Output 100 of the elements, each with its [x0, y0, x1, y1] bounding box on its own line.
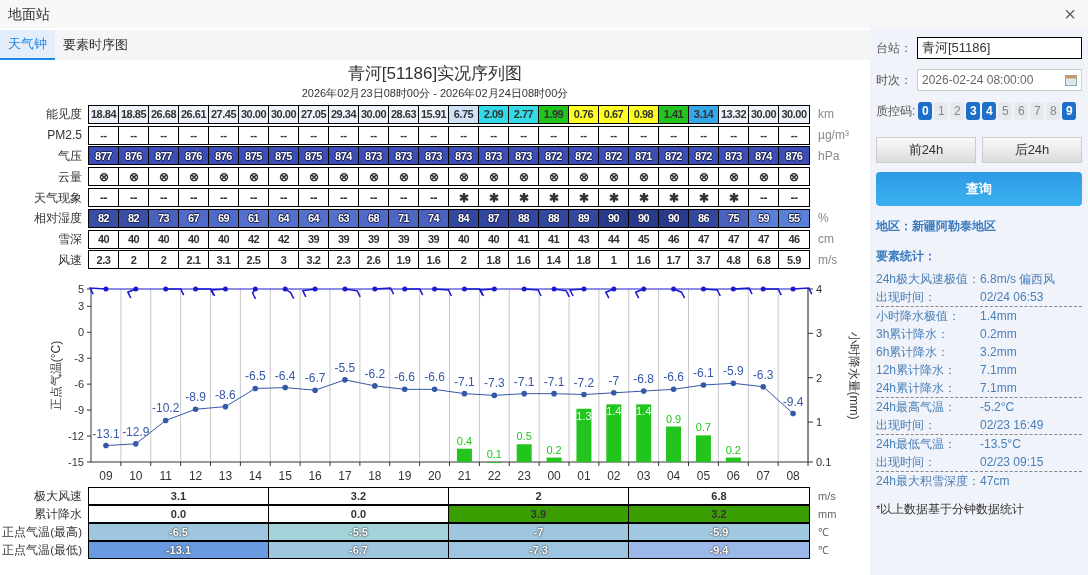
table-cell: 1.6 [509, 251, 539, 269]
data-label: 0.5 [516, 430, 532, 443]
close-button[interactable]: × [1064, 4, 1080, 24]
axis-tick-label: 5 [77, 283, 84, 296]
table-cell: -- [359, 189, 389, 207]
qc-code-toggle[interactable]: 8 [1046, 102, 1061, 120]
tab[interactable]: 要素时序图 [55, 30, 136, 60]
stat-value: 7.1mm [980, 362, 1017, 379]
table-cell: 75 [719, 209, 749, 227]
axis-tick-label: 13 [218, 469, 233, 484]
table-cell: 873 [359, 147, 389, 165]
qc-code-toggle[interactable]: 6 [1014, 102, 1029, 120]
axis-tick-label: 3 [816, 327, 823, 340]
table-cell: 1.41 [659, 105, 689, 123]
calendar-icon [1065, 74, 1077, 86]
table-cell: 63 [329, 209, 359, 227]
qc-code-toggle[interactable]: 3 [966, 102, 981, 120]
qc-code-toggle[interactable]: 2 [950, 102, 965, 120]
table-cell: -6.7 [269, 542, 449, 559]
unit-label: µg/m³ [818, 127, 849, 145]
qc-code-toggle[interactable]: 4 [982, 102, 997, 120]
stat-label: 24h极大风速极值： [876, 271, 981, 288]
stat-value: 7.1mm [980, 380, 1017, 397]
stat-value: 1.4mm [980, 308, 1017, 325]
table-cell: ✱ [629, 189, 659, 207]
table-cell: 873 [389, 147, 419, 165]
table-cell: 1.6 [419, 251, 449, 269]
data-label: 1.3 [576, 410, 592, 423]
stat-value: 02/23 16:49 [980, 417, 1044, 434]
data-label: -7 [608, 374, 620, 389]
table-cell: ⊗ [209, 168, 239, 186]
data-label: -6.6 [394, 370, 416, 385]
table-cell: -- [599, 126, 629, 144]
table-cell: 44 [599, 230, 629, 248]
table-cell: 88 [539, 209, 569, 227]
data-point [521, 391, 527, 397]
chart-title: 青河[51186]实况序列图 [346, 63, 524, 85]
row-label: 正点气温(最低) [1, 542, 83, 558]
stat-value: 02/24 06:53 [980, 289, 1044, 306]
table-cell: 42 [239, 230, 269, 248]
table-cell: 3.14 [689, 105, 719, 123]
stat-value: 0.2mm [980, 326, 1017, 343]
table-cell: 873 [719, 147, 749, 165]
qc-code-toggle[interactable]: 9 [1062, 102, 1077, 120]
data-label: -7.2 [573, 375, 595, 390]
table-cell: -- [329, 189, 359, 207]
table-cell: -- [89, 189, 119, 207]
table-cell: 43 [569, 230, 599, 248]
axis-title: 小时降水量(mm) [847, 331, 861, 420]
table-cell: -- [269, 189, 299, 207]
data-point [700, 382, 707, 389]
precipitation-bar [546, 457, 562, 463]
table-cell: -- [389, 126, 419, 144]
table-cell-text: -- [789, 189, 799, 207]
table-cell: ⊗ [269, 168, 299, 186]
table-cell: 18.85 [119, 105, 149, 123]
table-cell: 73 [149, 209, 179, 227]
station-field[interactable]: 青河[51186] [917, 37, 1082, 59]
qc-code-toggle[interactable]: 5 [998, 102, 1013, 120]
table-cell: ⊗ [389, 168, 419, 186]
qc-code-toggle[interactable]: 1 [934, 102, 949, 120]
axis-tick-label: 22 [487, 469, 501, 484]
table-cell: 3.1 [209, 251, 239, 269]
table-cell: -5.5 [269, 524, 449, 541]
stat-value: 02/23 09:15 [980, 454, 1044, 471]
table-cell: 88 [509, 209, 539, 227]
table-cell: ⊗ [419, 168, 449, 186]
qc-code-toggle[interactable]: 7 [1030, 102, 1045, 120]
previous-24h-button[interactable]: 前24h [876, 137, 976, 163]
tab[interactable]: 天气钟 [0, 30, 55, 60]
table-cell: 1.7 [659, 251, 689, 269]
data-label: -8.6 [215, 388, 236, 402]
table-cell: -- [749, 126, 779, 144]
unit-label: hPa [818, 148, 840, 165]
table-cell: ✱ [659, 189, 689, 207]
stats-title: 要素统计： [876, 248, 937, 265]
axis-tick-label: -12 [68, 430, 84, 443]
table-cell: 30.00 [269, 105, 299, 123]
query-button[interactable]: 查询 [876, 172, 1082, 206]
table-cell: 873 [509, 147, 539, 165]
data-label: -6.2 [364, 367, 386, 382]
table-cell: 2 [449, 251, 479, 269]
table-cell: -- [299, 189, 329, 207]
next-24h-button[interactable]: 后24h [982, 137, 1082, 163]
stat-label: 24h最大积雪深度： [876, 473, 981, 490]
table-cell: 3.9 [449, 506, 629, 523]
data-label: -6.7 [304, 371, 326, 386]
precipitation-bar [666, 426, 682, 463]
stat-label: 24h最低气温： [876, 436, 958, 453]
qc-code-toggle[interactable]: 0 [918, 102, 933, 120]
axis-tick-label: 11 [159, 469, 172, 484]
data-point [222, 404, 229, 410]
table-cell: -- [329, 126, 359, 144]
time-field[interactable]: 2026-02-24 08:00:00 [917, 69, 1082, 91]
unit-label: cm [818, 231, 834, 249]
table-cell: 86 [689, 209, 719, 227]
row-label: 风速 [57, 251, 83, 269]
precipitation-bar [606, 404, 622, 463]
table-cell: -- [179, 126, 209, 144]
precipitation-bar [456, 449, 472, 463]
